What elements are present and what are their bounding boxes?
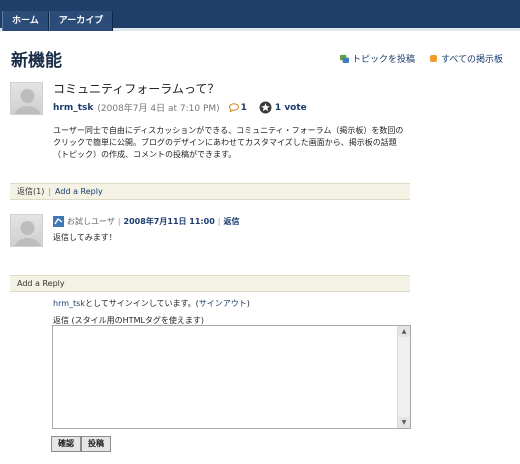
nav-tabs: ホーム アーカイブ: [2, 11, 114, 31]
confirm-button[interactable]: 確認: [51, 436, 81, 452]
all-boards-label: すべての掲示板: [441, 55, 504, 65]
add-reply-link[interactable]: Add a Reply: [55, 187, 103, 196]
signed-in-user-link[interactable]: hrm_tsk: [53, 299, 85, 308]
topic-author-avatar: [10, 82, 43, 115]
submit-button[interactable]: 投稿: [81, 436, 111, 452]
all-boards-link[interactable]: すべての掲示板: [430, 52, 503, 65]
reply-text: 返信してみます！: [53, 233, 117, 242]
reply-count: 返信(1): [17, 187, 45, 196]
topic-title: コミュニティフォーラムって？: [53, 82, 220, 96]
reply-author: お試しユーザ: [67, 217, 115, 226]
add-reply-title: Add a Reply: [17, 279, 65, 288]
reply-meta: お試しユーザ | 2008年7月11日 11:00 | 返信: [53, 216, 239, 227]
vote-count: 1 vote: [274, 102, 307, 113]
topic-meta: hrm_tsk (2008年7月 4日 at 7:10 PM) 1 1 vote: [53, 101, 307, 114]
top-navigation: ホーム アーカイブ: [0, 0, 520, 31]
post-topic-link[interactable]: トピックを投稿: [340, 52, 415, 65]
signed-in-notice: hrm_tskとしてサインインしています。(サインアウト): [53, 298, 250, 309]
reply-author-avatar: [10, 214, 43, 247]
signed-in-end: ): [246, 299, 250, 308]
add-reply-header: Add a Reply: [10, 275, 410, 292]
post-topic-label: トピックを投稿: [352, 55, 416, 65]
scroll-up-arrow-icon[interactable]: ▲: [398, 326, 410, 337]
rss-icon: [430, 55, 437, 62]
separator: |: [217, 217, 221, 226]
post-topic-icon: [340, 54, 349, 63]
separator: |: [48, 187, 52, 196]
separator: |: [117, 217, 121, 226]
page-title: 新機能: [11, 51, 62, 71]
star-icon[interactable]: [259, 101, 272, 114]
reply-link[interactable]: 返信: [223, 216, 239, 227]
textarea-scrollbar[interactable]: ▲ ▼: [397, 326, 410, 428]
tab-home[interactable]: ホーム: [2, 11, 49, 31]
guest-user-icon: [53, 216, 64, 227]
comment-icon: [228, 103, 239, 112]
signed-in-text: としてサインインしています。(: [84, 299, 199, 308]
topic-body: ユーザー同士で自由にディスカッションができる、コミュニティ・フォーラム（掲示板）…: [53, 126, 404, 159]
tab-archive[interactable]: アーカイブ: [48, 11, 114, 31]
reply-date[interactable]: 2008年7月11日 11:00: [124, 216, 215, 227]
sign-out-link[interactable]: サインアウト: [199, 299, 247, 308]
topic-author-link[interactable]: hrm_tsk: [53, 103, 93, 113]
replies-bar: 返信(1) | Add a Reply: [10, 183, 410, 200]
comment-count[interactable]: 1: [241, 103, 247, 113]
topic-date: (2008年7月 4日 at 7:10 PM): [97, 104, 220, 114]
reply-textarea[interactable]: [52, 325, 411, 429]
scroll-down-arrow-icon[interactable]: ▼: [398, 417, 410, 428]
